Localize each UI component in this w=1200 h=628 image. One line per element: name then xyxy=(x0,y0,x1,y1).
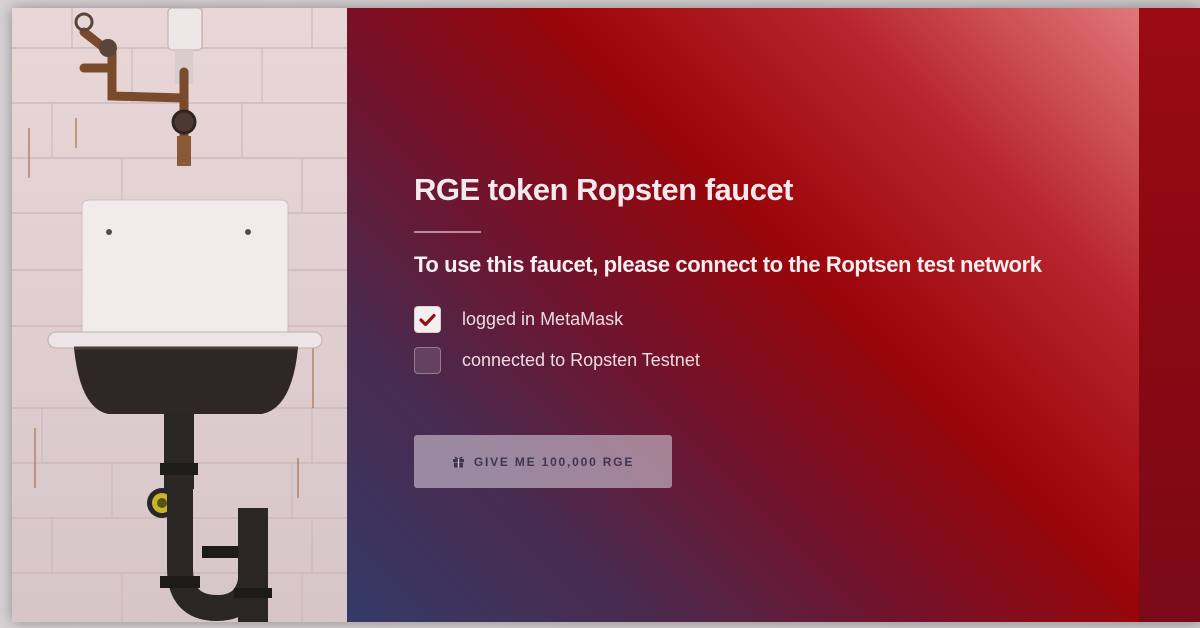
checklist-item-metamask: logged in MetaMask xyxy=(414,306,623,333)
ropsten-checkbox[interactable] xyxy=(414,347,441,374)
give-tokens-button[interactable]: GIVE ME 100,000 RGE xyxy=(414,435,672,488)
ropsten-label: connected to Ropsten Testnet xyxy=(462,350,700,370)
gift-icon xyxy=(452,455,465,468)
sink-photo xyxy=(12,8,347,622)
sink-illustration xyxy=(12,8,347,622)
checkmark-icon xyxy=(419,313,436,326)
metamask-label: logged in MetaMask xyxy=(462,309,624,329)
right-edge-panel xyxy=(1139,8,1200,622)
instructions-text: To use this faucet, please connect to th… xyxy=(414,252,1042,277)
faucet-card: RGE token Ropsten faucet To use this fau… xyxy=(12,8,1200,622)
faucet-panel: RGE token Ropsten faucet To use this fau… xyxy=(347,8,1139,622)
checklist-item-ropsten: connected to Ropsten Testnet xyxy=(414,347,700,374)
page: RGE token Ropsten faucet To use this fau… xyxy=(0,0,1200,628)
title-divider xyxy=(414,231,481,233)
give-tokens-label: GIVE ME 100,000 RGE xyxy=(473,454,635,469)
page-title: RGE token Ropsten faucet xyxy=(414,172,794,207)
metamask-checkbox[interactable] xyxy=(414,306,441,333)
